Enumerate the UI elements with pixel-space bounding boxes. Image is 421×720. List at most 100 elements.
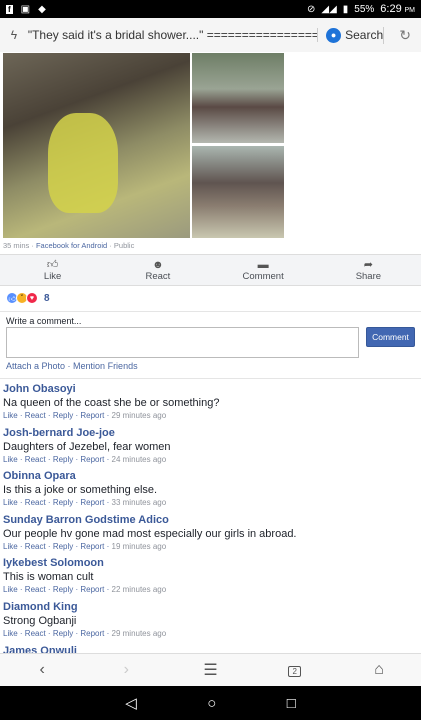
divider <box>0 378 421 379</box>
like-button[interactable]: 👍︎ Like <box>0 255 105 285</box>
search-icon: ● <box>326 27 342 43</box>
comment-footer: Like · React · Reply · Report · 29 minut… <box>3 411 167 420</box>
comment-text: Na queen of the coast she be or somethin… <box>3 397 220 409</box>
comment-time: 29 minutes ago <box>111 411 167 420</box>
comment-time: 29 minutes ago <box>111 628 167 638</box>
app-notification-icon: ◆ <box>38 3 46 15</box>
comment-like-link[interactable]: Like <box>3 411 18 420</box>
clock: 6:29 PM <box>380 3 415 15</box>
comment-reply-link[interactable]: Reply <box>53 498 73 507</box>
search-button[interactable]: ● Search <box>326 27 383 43</box>
post-photo-2[interactable] <box>192 53 284 143</box>
comment-time: 24 minutes ago <box>111 454 167 464</box>
comment-report-link[interactable]: Report <box>80 585 104 594</box>
post-meta: 35 mins · Facebook for Android · Public <box>3 241 135 250</box>
signal-icon: ◢◢ <box>321 3 337 15</box>
comment-report-link[interactable]: Report <box>80 455 104 464</box>
forward-icon[interactable]: › <box>84 661 168 679</box>
comment-footer: Like · React · Reply · Report · 22 minut… <box>3 585 167 595</box>
facebook-notification-icon: f <box>6 4 13 14</box>
comment-item: Diamond King Strong Ogbanji Like · React … <box>3 599 421 643</box>
smiley-icon: ☻ <box>152 258 164 271</box>
home-icon[interactable]: ⌂ <box>337 661 421 679</box>
submit-comment-button[interactable]: Comment <box>366 327 415 347</box>
react-button[interactable]: ☻ React <box>105 255 210 285</box>
comment-item: Sunday Barron Godstime Adico Our people h… <box>3 512 421 556</box>
comment-list: John Obasoyi Na queen of the coast she be… <box>3 381 421 653</box>
composer-links: Attach a Photo · Mention Friends <box>6 361 138 371</box>
bolt-icon: ϟ <box>10 28 18 42</box>
attach-photo-link[interactable]: Attach a Photo <box>6 361 65 371</box>
comment-report-link[interactable]: Report <box>80 629 104 638</box>
comment-text: Is this a joke or something else. <box>3 484 158 497</box>
back-icon[interactable]: ‹ <box>0 661 84 679</box>
post-photo-main[interactable] <box>3 53 190 238</box>
comment-reply-link[interactable]: Reply <box>53 629 73 638</box>
comment-text: Strong Ogbanji <box>3 614 77 627</box>
comment-input[interactable] <box>6 327 359 358</box>
comment-react-link[interactable]: React <box>25 542 46 551</box>
comment-report-link[interactable]: Report <box>80 542 104 551</box>
comment-reply-link[interactable]: Reply <box>53 411 73 420</box>
comment-like-link[interactable]: Like <box>3 629 18 638</box>
source-link[interactable]: Facebook for Android <box>36 241 107 250</box>
comment-report-link[interactable]: Report <box>80 498 104 507</box>
battery-percent: 55% <box>354 3 375 15</box>
status-bar: f ▣ ◆ ⊘ ◢◢ ▮ 55% 6:29 PM <box>0 0 421 18</box>
comment-item: Iykebest Solomoon This is woman cult Like… <box>3 555 421 599</box>
system-recents-icon[interactable]: □ <box>287 695 296 712</box>
comment-like-link[interactable]: Like <box>3 542 18 551</box>
post-photo-3[interactable] <box>192 146 284 238</box>
system-nav: ◁ ○ □ <box>0 686 421 720</box>
thumbs-up-icon: 👍︎ <box>46 258 59 271</box>
commenter-name[interactable]: Sunday Barron Godstime Adico <box>3 514 421 527</box>
comment-footer: Like · React · Reply · Report · 29 minut… <box>3 628 167 638</box>
commenter-name[interactable]: Diamond King <box>3 601 421 614</box>
speech-bubble-icon: ▬ <box>257 258 269 271</box>
image-notification-icon: ▣ <box>20 3 31 15</box>
comment-item: Obinna Opara Is this a joke or something … <box>3 468 421 512</box>
comment-react-link[interactable]: React <box>25 629 46 638</box>
share-arrow-icon: ➦ <box>363 258 373 271</box>
comment-like-link[interactable]: Like <box>3 585 18 594</box>
comment-react-link[interactable]: React <box>25 585 46 594</box>
comment-like-link[interactable]: Like <box>3 498 18 507</box>
reaction-summary[interactable]: 👍︎ ˘ ♥ 8 <box>6 290 50 306</box>
browser-nav: ‹ › ☰ 2 ⌂ <box>0 653 421 686</box>
comment-time: 33 minutes ago <box>111 498 167 508</box>
dnd-icon: ⊘ <box>306 3 316 15</box>
comment-button[interactable]: ▬ Comment <box>211 255 316 285</box>
reload-icon[interactable]: ↻ <box>383 26 411 44</box>
commenter-name[interactable]: Josh-bernard Joe-joe <box>3 427 421 440</box>
tabs-button[interactable]: 2 <box>253 661 337 679</box>
commenter-name[interactable]: Obinna Opara <box>3 470 421 483</box>
comment-react-link[interactable]: React <box>25 498 46 507</box>
comment-item: James Onwuli <box>3 643 421 653</box>
comment-react-link[interactable]: React <box>25 455 46 464</box>
share-button[interactable]: ➦ Share <box>316 255 421 285</box>
comment-text: This is woman cult <box>3 571 94 584</box>
comment-item: John Obasoyi Na queen of the coast she be… <box>3 381 421 425</box>
commenter-name[interactable]: James Onwuli <box>3 645 421 653</box>
love-reaction-icon: ♥ <box>26 292 38 304</box>
commenter-name[interactable]: John Obasoyi <box>3 383 421 396</box>
comment-react-link[interactable]: React <box>25 411 46 420</box>
comment-like-link[interactable]: Like <box>3 455 18 464</box>
comment-reply-link[interactable]: Reply <box>53 542 73 551</box>
comment-text: Daughters of Jezebel, fear women <box>3 440 171 453</box>
commenter-name[interactable]: Iykebest Solomoon <box>3 557 421 570</box>
comment-footer: Like · React · Reply · Report · 24 minut… <box>3 454 167 464</box>
comment-label: Write a comment... <box>6 316 82 326</box>
comment-reply-link[interactable]: Reply <box>53 455 73 464</box>
url-field[interactable]: "They said it's a bridal shower...." ===… <box>28 28 319 42</box>
comment-reply-link[interactable]: Reply <box>53 585 73 594</box>
system-home-icon[interactable]: ○ <box>207 695 216 712</box>
comment-time: 22 minutes ago <box>111 585 167 595</box>
menu-icon[interactable]: ☰ <box>168 660 252 680</box>
comment-report-link[interactable]: Report <box>80 411 104 420</box>
comment-footer: Like · React · Reply · Report · 33 minut… <box>3 498 167 508</box>
address-bar: ϟ "They said it's a bridal shower...." =… <box>0 18 421 52</box>
system-back-icon[interactable]: ◁ <box>125 694 137 712</box>
battery-icon: ▮ <box>342 3 349 15</box>
mention-friends-link[interactable]: Mention Friends <box>73 361 138 371</box>
